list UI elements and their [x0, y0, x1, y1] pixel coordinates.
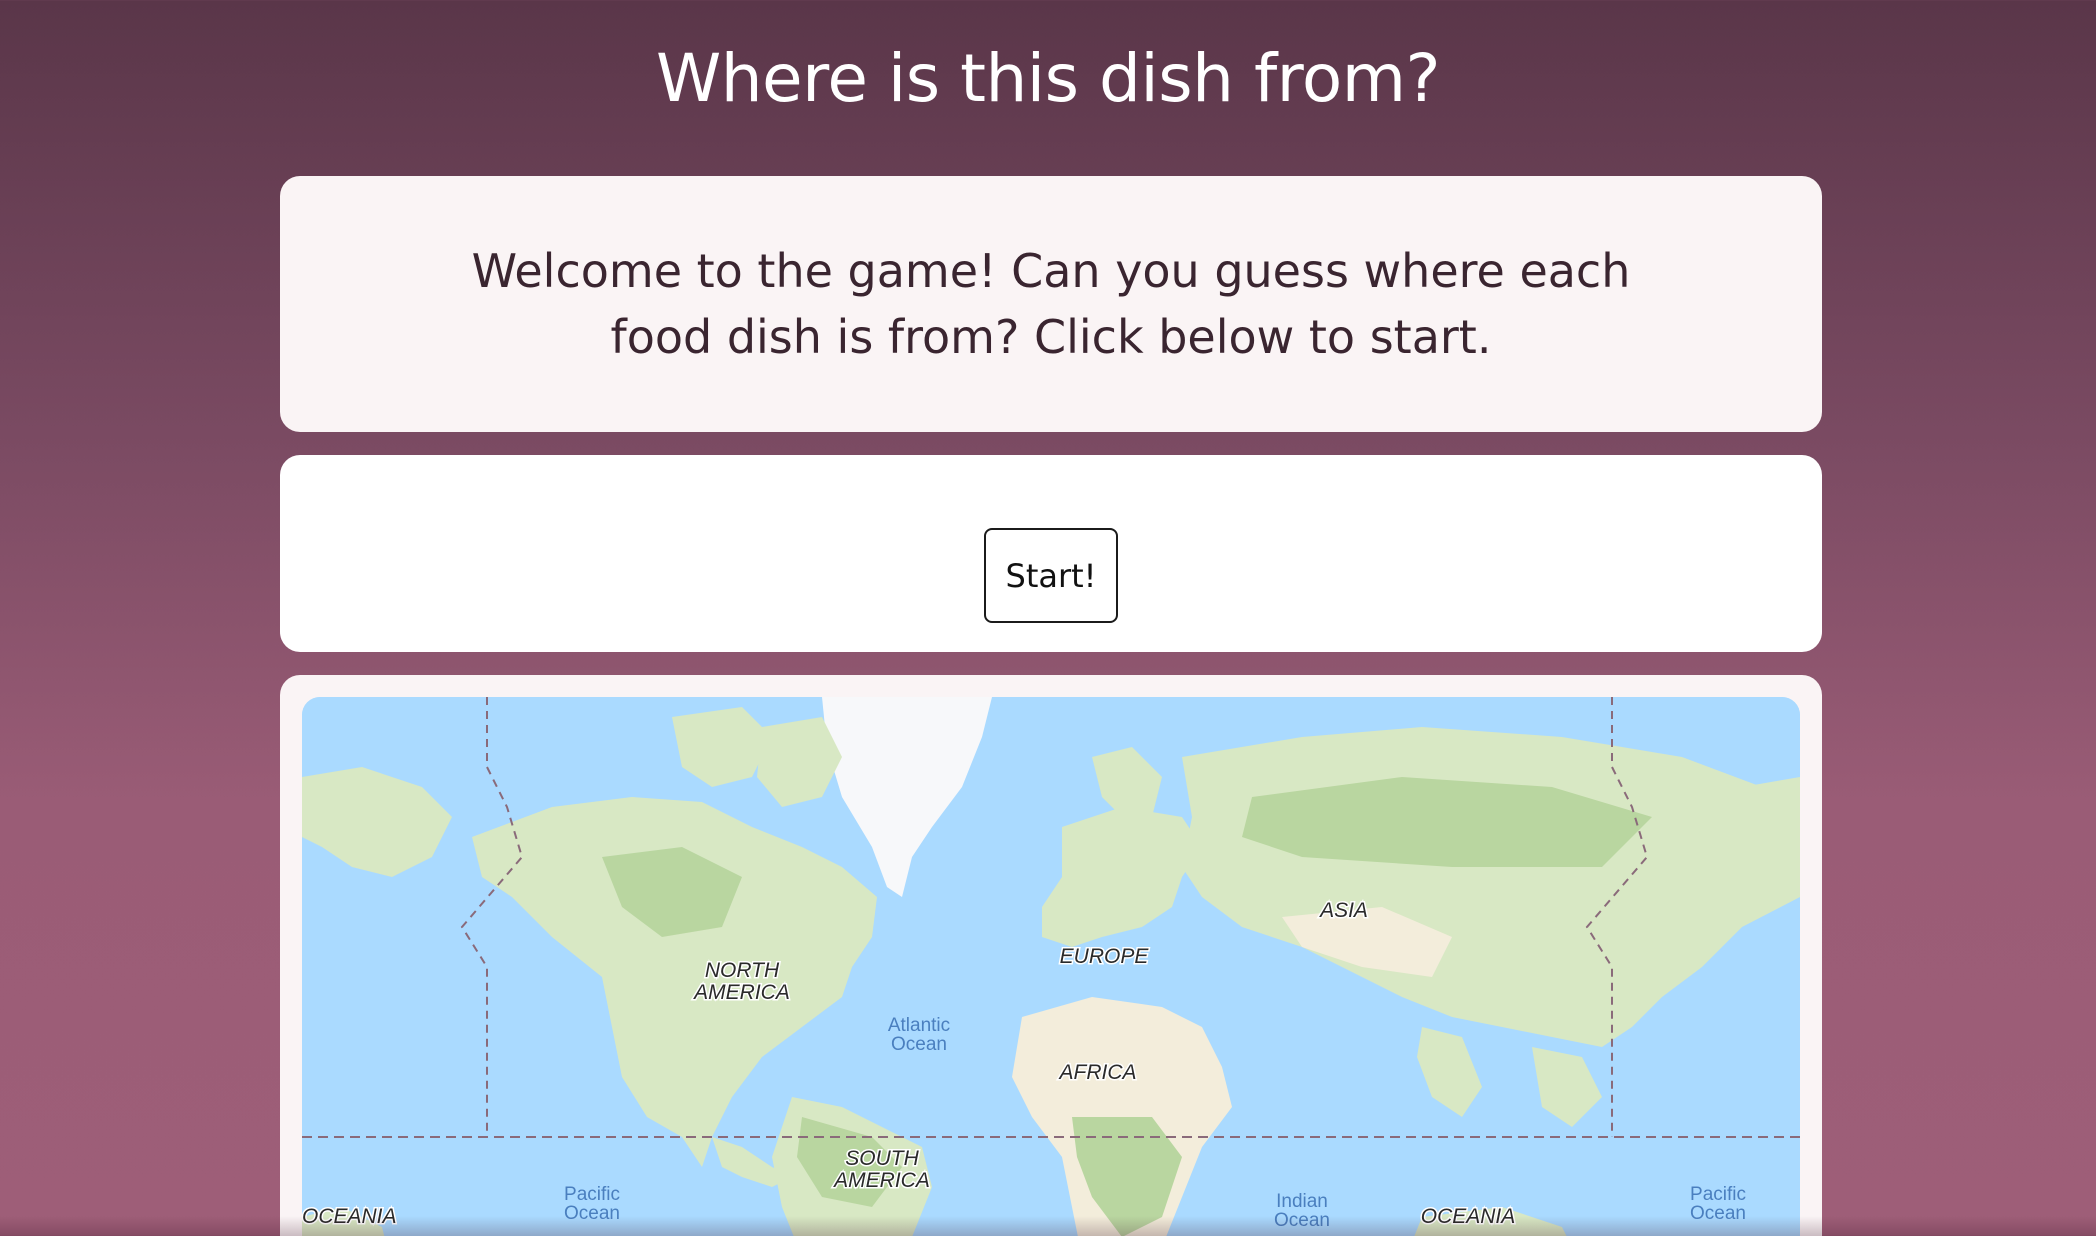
world-map-canvas[interactable]: NORTH AMERICA SOUTH AMERICA EUROPE ASIA … [302, 697, 1800, 1236]
label-europe: EUROPE [1060, 945, 1150, 968]
label-south-america-2: AMERICA [832, 1169, 930, 1192]
label-oceania-left: OCEANIA [302, 1205, 397, 1228]
map-card: NORTH AMERICA SOUTH AMERICA EUROPE ASIA … [280, 675, 1822, 1236]
label-asia: ASIA [1318, 899, 1368, 922]
label-north-america-1: NORTH [705, 959, 780, 982]
label-indian-1: Indian [1276, 1191, 1328, 1212]
page-title: Where is this dish from? [655, 40, 1441, 117]
label-atlantic-1: Atlantic [888, 1015, 950, 1036]
welcome-card: Welcome to the game! Can you guess where… [280, 176, 1822, 432]
welcome-message: Welcome to the game! Can you guess where… [471, 244, 1631, 364]
label-pacific-left-1: Pacific [564, 1184, 620, 1205]
label-south-america-1: SOUTH [845, 1147, 919, 1170]
label-indian-2: Ocean [1274, 1210, 1330, 1231]
label-north-america-2: AMERICA [692, 981, 790, 1004]
label-africa: AFRICA [1057, 1061, 1136, 1084]
label-pacific-right-2: Ocean [1690, 1203, 1746, 1224]
start-button[interactable]: Start! [984, 528, 1118, 623]
label-pacific-left-2: Ocean [564, 1203, 620, 1224]
label-atlantic-2: Ocean [891, 1034, 947, 1055]
label-pacific-right-1: Pacific [1690, 1184, 1746, 1205]
start-card: Start! [280, 455, 1822, 652]
world-map[interactable]: NORTH AMERICA SOUTH AMERICA EUROPE ASIA … [302, 697, 1800, 1236]
label-oceania-right: OCEANIA [1421, 1205, 1516, 1228]
